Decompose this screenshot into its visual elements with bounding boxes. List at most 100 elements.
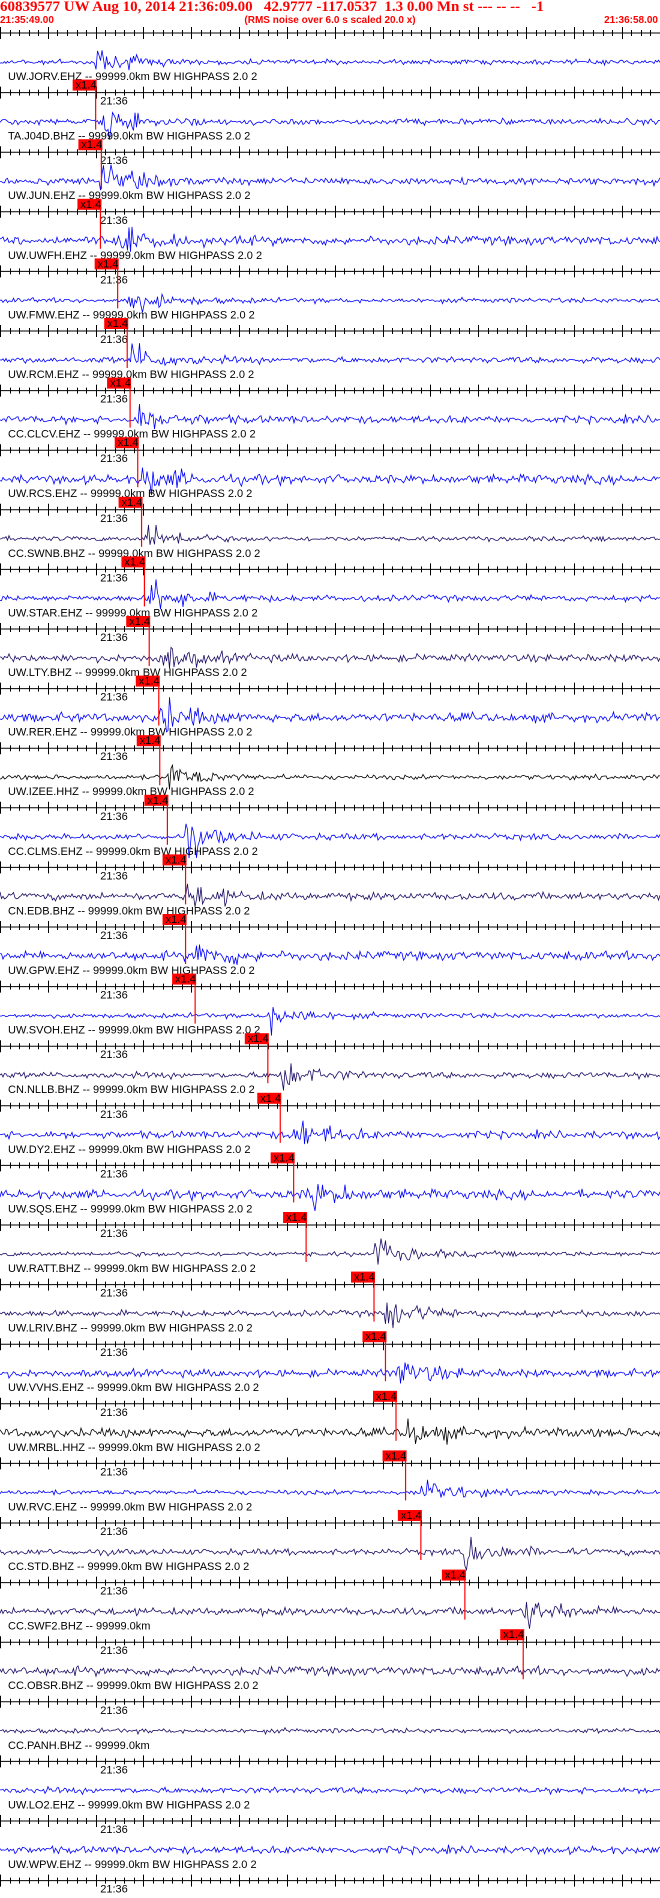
waveform-trace (0, 1844, 660, 1856)
pick-label: x1.4 (503, 1629, 524, 1641)
seismogram-plot: UW.JORV.EHZ -- 99999.0km BW HIGHPASS 2.0… (0, 27, 660, 1896)
tick-time-label: 21:36 (100, 1288, 128, 1300)
tick-time-label: 21:36 (100, 1526, 128, 1538)
tick-time-label: 21:36 (100, 990, 128, 1002)
tick-time-label: 21:36 (100, 1109, 128, 1121)
waveform-trace (0, 1726, 660, 1736)
station-label: UW.LO2.EHZ -- 99999.0km BW HIGHPASS 2.0 … (8, 1799, 250, 1811)
station-label: CC.CLMS.EHZ -- 99999.0km BW HIGHPASS 2.0… (8, 846, 258, 858)
tick-time-label: 21:36 (100, 394, 128, 406)
noise-note: (RMS noise over 6.0 s scaled 20.0 x) (244, 15, 416, 26)
waveform-trace (0, 226, 660, 252)
tick-time-label: 21:36 (100, 811, 128, 823)
pick-label: x1.4 (274, 1152, 295, 1164)
waveform-trace (0, 1665, 660, 1678)
tick-time-label: 21:36 (100, 96, 128, 108)
pick-label: x1.4 (76, 80, 97, 92)
waveform-trace (0, 944, 660, 965)
tick-time-label: 21:36 (100, 453, 128, 465)
pick-label: x1.4 (139, 676, 160, 688)
station-label: UW.SVOH.EHZ -- 99999.0km BW HIGHPASS 2.0… (8, 1025, 260, 1037)
pick-label: x1.4 (107, 318, 128, 330)
tick-time-label: 21:36 (100, 1347, 128, 1359)
waveform-trace (0, 1362, 660, 1384)
pick-label: x1.4 (118, 437, 139, 449)
tick-time-label: 21:36 (100, 155, 128, 167)
pick-label: x1.4 (286, 1212, 307, 1224)
pick-label: x1.4 (140, 735, 161, 747)
station-label: CN.NLLB.BHZ -- 99999.0km BW HIGHPASS 2.0… (8, 1084, 255, 1096)
station-label: UW.UWFH.EHZ -- 99999.0km BW HIGHPASS 2.0… (8, 250, 262, 262)
pick-label: x1.4 (129, 616, 150, 628)
pick-label: x1.4 (81, 139, 102, 151)
station-label: UW.WPW.EHZ -- 99999.0km BW HIGHPASS 2.0 … (8, 1859, 257, 1871)
tick-time-label: 21:36 (100, 632, 128, 644)
station-label: UW.FMW.EHZ -- 99999.0km BW HIGHPASS 2.0 … (8, 309, 255, 321)
pick-label: x1.4 (260, 1093, 281, 1105)
station-label: UW.IZEE.HHZ -- 99999.0km BW HIGHPASS 2.0… (8, 786, 254, 798)
station-label: CC.SWF2.BHZ -- 99999.0km (8, 1621, 150, 1633)
waveform-trace (0, 1120, 660, 1145)
tick-time-label: 21:36 (100, 751, 128, 763)
page-title: 60839577 UW Aug 10, 2014 21:36:09.00 42.… (0, 0, 544, 14)
tick-time-label: 21:36 (100, 1466, 128, 1478)
tick-time-label: 21:36 (100, 1228, 128, 1240)
pick-label: x1.4 (110, 378, 131, 390)
tick-time-label: 21:36 (100, 1884, 128, 1896)
tick-time-label: 21:36 (100, 274, 128, 286)
tick-time-label: 21:36 (100, 1645, 128, 1657)
end-time-label: 21:36:58.00 (604, 15, 658, 26)
station-label: CC.STD.BHZ -- 99999.0km BW HIGHPASS 2.0 … (8, 1561, 249, 1573)
pick-label: x1.4 (147, 795, 168, 807)
pick-label: x1.4 (365, 1331, 386, 1343)
tick-time-label: 21:36 (100, 215, 128, 227)
station-label: UW.SQS.EHZ -- 99999.0km BW HIGHPASS 2.0 … (8, 1203, 252, 1215)
station-label: UW.LRIV.BHZ -- 99999.0km BW HIGHPASS 2.0… (8, 1323, 253, 1335)
station-label: UW.RATT.BHZ -- 99999.0km BW HIGHPASS 2.0… (8, 1263, 256, 1275)
station-label: CC.PANH.BHZ -- 99999.0km (8, 1740, 150, 1752)
waveform-trace (0, 646, 660, 669)
waveform-trace (0, 50, 660, 71)
tick-time-label: 21:36 (100, 1049, 128, 1061)
tick-time-label: 21:36 (100, 1168, 128, 1180)
station-label: UW.RVC.EHZ -- 99999.0km BW HIGHPASS 2.0 … (8, 1501, 252, 1513)
tick-time-label: 21:36 (100, 1764, 128, 1776)
waveform-trace (0, 524, 660, 545)
station-label: UW.DY2.EHZ -- 99999.0km BW HIGHPASS 2.0 … (8, 1144, 250, 1156)
waveform-trace (0, 1418, 660, 1445)
pick-label: x1.4 (166, 914, 187, 926)
trace-labels: UW.JORV.EHZ -- 99999.0km BW HIGHPASS 2.0… (8, 71, 262, 1896)
tick-time-label: 21:36 (100, 1824, 128, 1836)
waveform-trace (0, 164, 660, 191)
pick-label: x1.4 (354, 1272, 375, 1284)
pick-label: x1.4 (386, 1450, 407, 1462)
pick-label: x1.4 (248, 1033, 269, 1045)
station-label: UW.JUN.EHZ -- 99999.0km BW HIGHPASS 2.0 … (8, 190, 250, 202)
station-label: UW.MRBL.HHZ -- 99999.0km BW HIGHPASS 2.0… (8, 1442, 260, 1454)
waveform-trace (0, 403, 660, 430)
waveform-trace (0, 1785, 660, 1796)
tick-time-label: 21:36 (100, 1705, 128, 1717)
station-label: UW.VVHS.EHZ -- 99999.0km BW HIGHPASS 2.0… (8, 1382, 259, 1394)
pick-label: x1.4 (445, 1570, 466, 1582)
tick-time-label: 21:36 (100, 1407, 128, 1419)
pick-label: x1.4 (166, 854, 187, 866)
pick-label: x1.4 (122, 497, 143, 509)
pick-label: x1.4 (175, 974, 196, 986)
station-label: UW.JORV.EHZ -- 99999.0km BW HIGHPASS 2.0… (8, 71, 257, 83)
waveform-trace (0, 579, 660, 610)
tick-time-label: 21:36 (100, 692, 128, 704)
tick-time-label: 21:36 (100, 572, 128, 584)
tick-time-label: 21:36 (100, 930, 128, 942)
pick-label: x1.4 (376, 1391, 397, 1403)
station-label: TA.J04D.BHZ -- 99999.0km BW HIGHPASS 2.0… (8, 131, 250, 143)
pick-label: x1.4 (98, 258, 119, 270)
station-label: UW.LTY.BHZ -- 99999.0km BW HIGHPASS 2.0 … (8, 667, 247, 679)
waveform-trace (0, 343, 660, 367)
pick-label: x1.4 (80, 199, 101, 211)
waveform-trace (0, 1479, 660, 1499)
tick-time-label: 21:36 (100, 1586, 128, 1598)
station-label: CN.EDB.BHZ -- 99999.0km BW HIGHPASS 2.0 … (8, 905, 250, 917)
tick-time-label: 21:36 (100, 870, 128, 882)
station-label: CC.OBSR.BHZ -- 99999.0km BW HIGHPASS 2.0… (8, 1680, 258, 1692)
